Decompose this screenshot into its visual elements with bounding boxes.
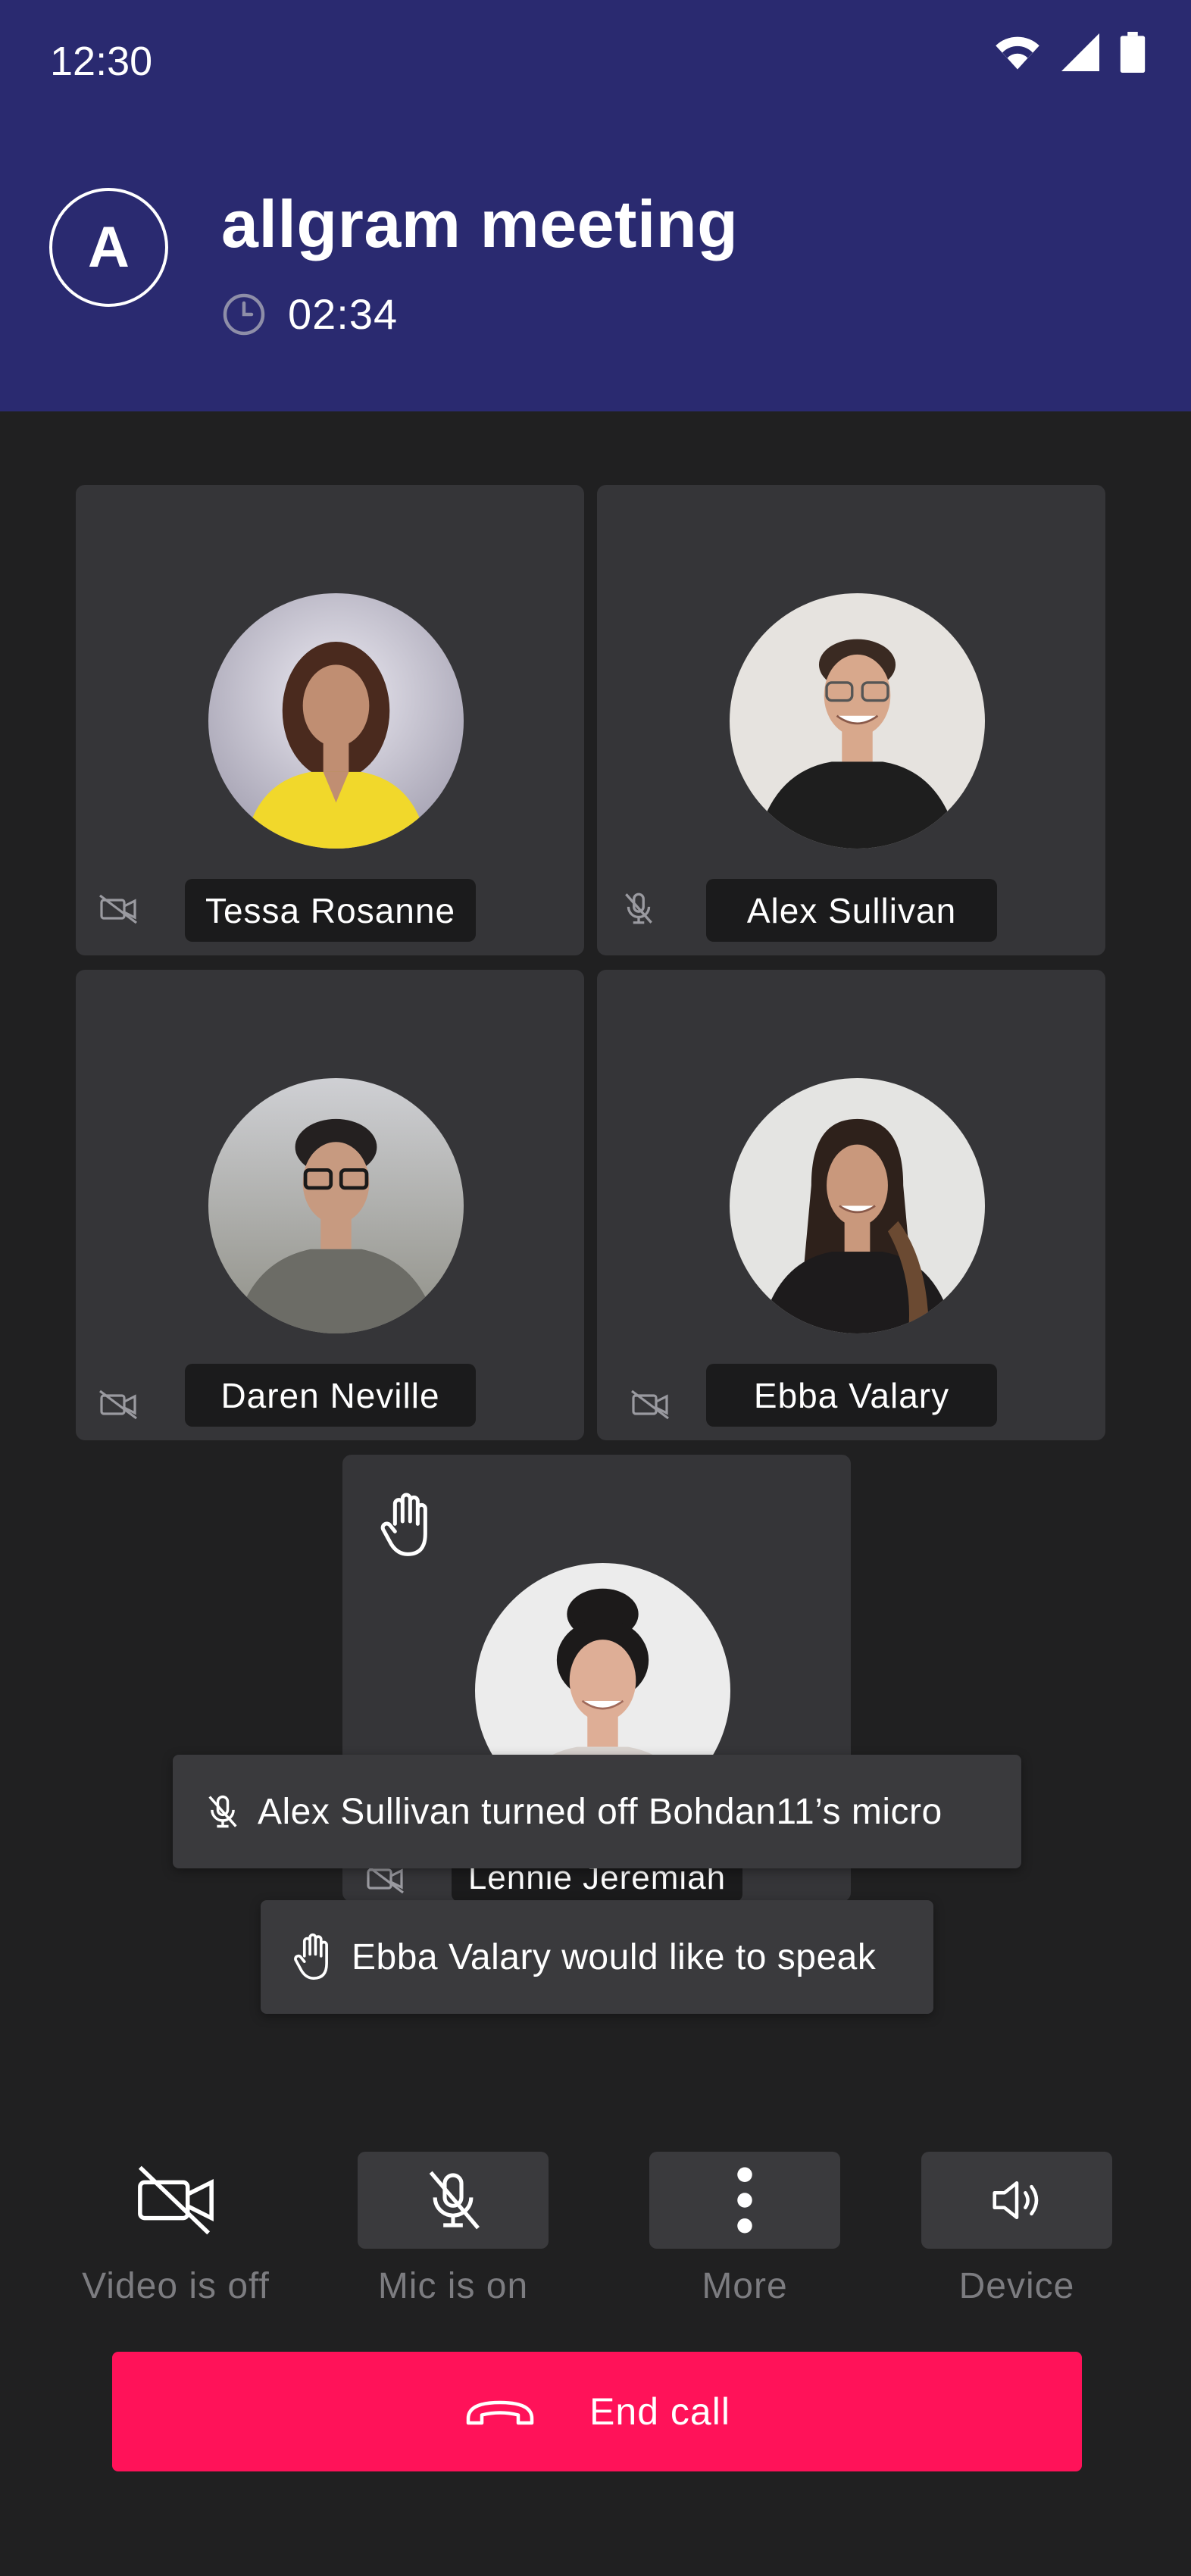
signal-icon (1061, 33, 1099, 71)
meeting-title: allgram meeting (221, 186, 739, 261)
video-toggle-icon-button[interactable] (80, 2152, 271, 2249)
participant-name: Daren Neville (185, 1364, 476, 1427)
mic-toggle-button[interactable]: Mic is on (358, 2152, 549, 2307)
video-off-icon (631, 1390, 669, 1420)
status-icons (994, 32, 1146, 73)
mic-off-icon (208, 1795, 237, 1828)
meeting-timer-row: 02:34 (221, 289, 398, 339)
participant-avatar (208, 1078, 464, 1333)
mic-off-icon (625, 893, 652, 924)
more-button[interactable]: More (649, 2152, 840, 2307)
hand-raised-icon (380, 1493, 427, 1556)
toast-text: Ebba Valary would like to speak (352, 1937, 877, 1977)
participant-tile[interactable]: Daren Neville (76, 970, 584, 1440)
mic-off-icon (429, 2171, 480, 2230)
clock-icon (223, 293, 265, 335)
participant-avatar (730, 593, 985, 849)
participant-avatar (730, 1078, 985, 1333)
speaker-icon (992, 2181, 1039, 2220)
toast-text: Alex Sullivan turned off Bohdan11’s micr… (258, 1791, 942, 1832)
participant-name: Tessa Rosanne (185, 879, 476, 942)
participant-tile[interactable]: Ebba Valary (597, 970, 1105, 1440)
device-icon-button[interactable] (921, 2152, 1112, 2249)
end-call-label: End call (589, 2390, 730, 2433)
video-off-icon (138, 2165, 214, 2235)
end-call-button[interactable]: End call (112, 2352, 1082, 2471)
wifi-icon (996, 36, 1039, 70)
device-label: Device (958, 2266, 1075, 2306)
participant-tile[interactable]: Alex Sullivan (597, 485, 1105, 955)
participant-name: Alex Sullivan (706, 879, 997, 942)
battery-icon (1120, 32, 1146, 73)
notification-toast: Ebba Valary would like to speak (261, 1900, 933, 2014)
hand-icon (294, 1933, 328, 1980)
mic-toggle-icon-button[interactable] (358, 2152, 549, 2249)
video-off-icon (99, 1390, 137, 1420)
more-icon-button[interactable] (649, 2152, 840, 2249)
status-time: 12:30 (50, 39, 153, 84)
more-label: More (702, 2266, 788, 2306)
avatar[interactable]: A (49, 188, 168, 307)
participant-avatar (208, 593, 464, 849)
mic-toggle-label: Mic is on (377, 2266, 529, 2306)
participant-name: Ebba Valary (706, 1364, 997, 1427)
video-off-icon (366, 1864, 404, 1894)
video-toggle-button[interactable]: Video is off (80, 2152, 271, 2307)
phone-hangup-icon (466, 2400, 534, 2425)
video-off-icon (99, 894, 137, 924)
device-button[interactable]: Device (921, 2152, 1112, 2307)
meeting-timer: 02:34 (288, 290, 399, 338)
more-vertical-icon (737, 2167, 752, 2234)
meeting-header: 12:30 A allgram meeting 02:34 (0, 0, 1191, 411)
video-toggle-label: Video is off (82, 2266, 270, 2306)
notification-toast: Alex Sullivan turned off Bohdan11’s micr… (173, 1755, 1021, 1868)
participant-tile[interactable]: Tessa Rosanne (76, 485, 584, 955)
